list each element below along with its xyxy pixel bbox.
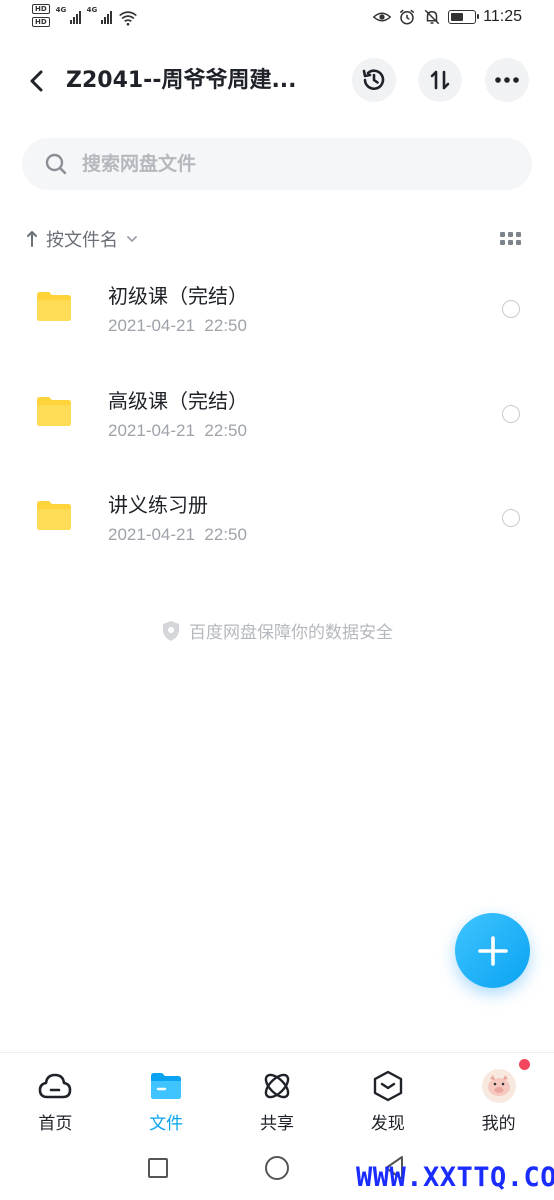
avatar	[481, 1069, 516, 1103]
system-nav: WWW.XXTTQ.COM	[0, 1140, 554, 1200]
nav-label-me: 我的	[481, 1114, 516, 1134]
share-atom-icon	[260, 1069, 294, 1103]
status-bar: HD HD 4G 4G 11:25	[0, 0, 554, 40]
nav-label-discover: 发现	[370, 1114, 405, 1134]
folder-icon	[149, 1069, 183, 1103]
status-time: 11:25	[483, 8, 522, 25]
battery-level	[451, 13, 464, 21]
shield-icon	[163, 620, 179, 641]
signal-icon-1: 4G	[56, 4, 81, 24]
arrow-up-icon	[27, 231, 37, 247]
secure-note-text: 百度网盘保障你的数据安全	[189, 623, 393, 643]
nav-item-home[interactable]: 首页	[0, 1053, 111, 1138]
search-icon	[45, 153, 67, 175]
file-row[interactable]: 高级课（完结） 2021-04-21 22:50	[0, 365, 554, 470]
secure-note: 百度网盘保障你的数据安全	[0, 618, 554, 643]
history-button[interactable]	[352, 58, 396, 102]
file-name: 初级课（完结）	[108, 284, 248, 308]
select-checkbox[interactable]	[502, 404, 520, 423]
battery-icon	[448, 10, 480, 24]
transfer-arrows-icon	[430, 70, 450, 90]
select-checkbox[interactable]	[502, 509, 520, 527]
nav-label-share: 共享	[259, 1114, 294, 1134]
discover-icon	[371, 1069, 405, 1103]
file-date: 2021-04-21 22:50	[108, 316, 247, 335]
nav-item-files[interactable]: 文件	[111, 1053, 222, 1138]
folder-icon	[37, 396, 71, 426]
more-button[interactable]	[485, 58, 529, 102]
eye-icon	[373, 12, 392, 22]
hd-badge-1: HD	[32, 4, 50, 14]
file-date: 2021-04-21 22:50	[108, 420, 247, 440]
history-icon	[362, 69, 385, 90]
signal-icon-2: 4G	[87, 4, 112, 24]
folder-icon	[37, 292, 71, 321]
header: Z2041--周爷爷周建...	[0, 56, 554, 106]
watermark: WWW.XXTTQ.COM	[356, 1162, 554, 1193]
nav-item-share[interactable]: 共享	[222, 1053, 333, 1138]
select-checkbox[interactable]	[502, 300, 520, 318]
file-row[interactable]: 讲义练习册 2021-04-21 22:50	[0, 469, 554, 574]
status-right: 11:25	[373, 8, 522, 26]
hd-badges: HD HD	[32, 4, 50, 27]
chevron-down-icon	[127, 236, 137, 243]
nav-item-discover[interactable]: 发现	[332, 1053, 443, 1138]
back-button[interactable]	[22, 66, 52, 96]
file-name: 讲义练习册	[108, 493, 208, 517]
cloud-icon	[38, 1069, 72, 1103]
nav-label-files: 文件	[149, 1114, 184, 1134]
network-type-1: 4G	[55, 6, 67, 14]
network-type-2: 4G	[86, 6, 98, 14]
home-button[interactable]	[265, 1156, 289, 1180]
sort-label: 按文件名	[46, 230, 118, 251]
plus-icon	[477, 935, 508, 966]
search-bar[interactable]	[22, 138, 532, 190]
nav-item-me[interactable]: 我的	[443, 1053, 554, 1138]
search-input[interactable]	[82, 146, 502, 182]
more-dots-icon	[495, 77, 519, 83]
recent-apps-button[interactable]	[148, 1158, 168, 1178]
folder-icon	[37, 501, 71, 530]
hd-badge-2: HD	[32, 17, 50, 27]
grid-view-button[interactable]	[500, 232, 522, 248]
wifi-icon	[118, 11, 137, 26]
file-date: 2021-04-21 22:50	[108, 525, 247, 544]
file-row[interactable]: 初级课（完结） 2021-04-21 22:50	[0, 260, 554, 365]
file-list: 初级课（完结） 2021-04-21 22:50 高级课（完结） 2021-04…	[0, 260, 554, 574]
bottom-nav: 首页 文件 共享 发现 我的	[0, 1052, 554, 1138]
page-title: Z2041--周爷爷周建...	[66, 68, 297, 93]
alarm-icon	[399, 9, 415, 25]
status-left: HD HD 4G 4G	[32, 4, 138, 28]
bell-off-icon	[424, 9, 440, 25]
chevron-left-icon	[30, 70, 43, 92]
sort-button[interactable]: 按文件名	[26, 226, 138, 252]
sort-row: 按文件名	[22, 224, 532, 256]
nav-label-home: 首页	[38, 1114, 73, 1134]
file-name: 高级课（完结）	[108, 388, 248, 413]
add-button[interactable]	[455, 913, 530, 988]
transfer-button[interactable]	[418, 58, 462, 102]
notification-dot	[518, 1059, 530, 1070]
